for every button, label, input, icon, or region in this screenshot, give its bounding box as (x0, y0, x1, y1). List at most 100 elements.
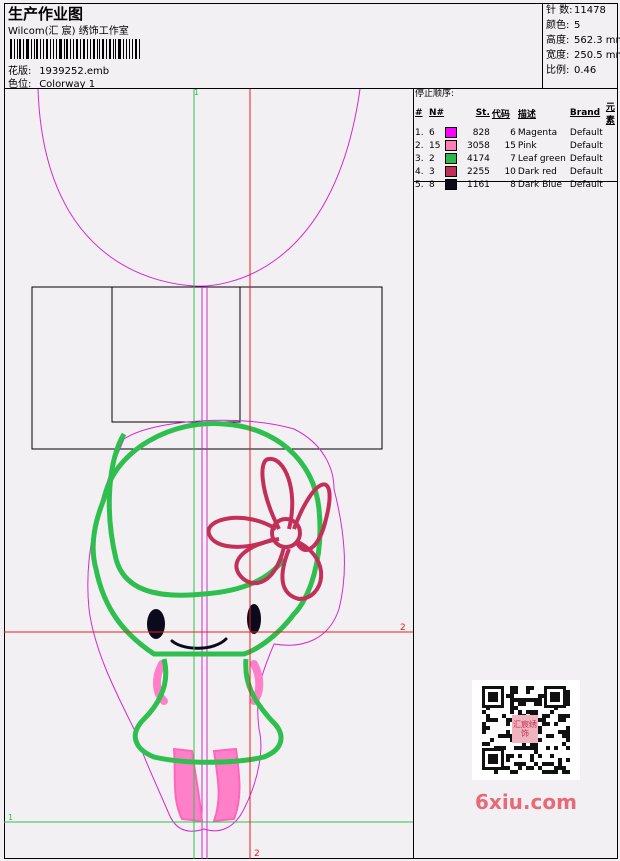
worksheet-title: 生产作业图 (8, 5, 84, 23)
legend-cell-element (605, 139, 618, 152)
legend-cell-desc: Pink (517, 140, 537, 151)
worksheet-header: 生产作业图 Wilcom(汇 宸) 绣饰工作室 花版: 1939252.emb … (4, 3, 620, 90)
legend-cell-index: 4. (415, 166, 424, 177)
company-name: Wilcom(汇 宸) 绣饰工作室 (8, 26, 129, 37)
legend-cell-code: 8 (510, 179, 516, 190)
width-value: 250.5 mm (574, 50, 620, 61)
legend-cell-n: 3 (428, 165, 466, 178)
legend-col-index: # (415, 108, 423, 118)
green-hair-fringe (106, 432, 286, 598)
legend-cell-index: 3. (415, 153, 424, 164)
legend-row: 1. 6 828 6 Magenta Default (414, 126, 618, 139)
legend-col-element: 元素 (605, 103, 615, 126)
legend-needle-number: 15 (429, 141, 441, 151)
hoop-outline (37, 89, 361, 287)
qr-center-stamp: 汇宸绣饰 (512, 715, 538, 743)
legend-col-code: 代码 (491, 109, 510, 120)
legend-col-desc: 描述 (517, 109, 536, 120)
legend-cell-n: 6 (428, 126, 466, 139)
legend-cell-brand: Default (569, 179, 603, 190)
legend-cell-desc: Dark red (517, 166, 557, 177)
colors-label: 颜色: (546, 20, 570, 31)
eye-right (247, 604, 261, 634)
mouth (170, 637, 228, 650)
scale-value: 0.46 (574, 65, 597, 76)
legend-row: 3. 2 4174 7 Leaf green Default (414, 152, 618, 165)
legend-cell-brand: Default (569, 166, 603, 177)
legend-cell-stitches: 2255 (467, 166, 490, 177)
stitches-value: 11478 (574, 5, 606, 16)
legend-cell-brand: Default (569, 153, 603, 164)
legend-cell-element (605, 165, 618, 178)
legend-cell-stitches: 1161 (467, 179, 490, 190)
legend-cell-code: 7 (510, 153, 516, 164)
legend-row: 2. 15 3058 15 Pink Default (414, 139, 618, 152)
height-value: 562.3 mm (574, 35, 620, 46)
height-label: 高度: (546, 35, 570, 46)
legend-cell-index: 2. (415, 140, 424, 151)
legend-needle-number: 2 (429, 154, 435, 164)
stitches-row: 针 数:11478 (543, 3, 618, 18)
legend-cell-code: 6 (510, 127, 516, 138)
legend-cell-n: 8 (428, 178, 466, 191)
barcode (10, 39, 142, 59)
stitches-label: 针 数: (546, 5, 573, 16)
scale-row: 比例: 0.46 (543, 63, 618, 78)
color-legend: 停止顺序: # N# St. 代码 描述 Brand 元素 1. 6 828 6 Mag… (414, 89, 618, 191)
legend-cell-element (605, 178, 618, 191)
legend-cell-desc: Magenta (517, 127, 558, 138)
legend-cell-element (605, 152, 618, 165)
legend-row: 4. 3 2255 10 Dark red Default (414, 165, 618, 178)
scale-label: 比例: (546, 65, 570, 76)
flower-center (270, 517, 302, 549)
legend-col-brand: Brand (569, 108, 601, 118)
legend-color-swatch (445, 153, 457, 164)
legend-cell-stitches: 828 (472, 127, 490, 138)
eye-left (147, 609, 165, 639)
legend-title: 停止顺序: (415, 89, 455, 99)
site-watermark: 6xiu.com (475, 790, 577, 814)
height-row: 高度: 562.3 mm (543, 33, 620, 48)
width-label: 宽度: (546, 50, 570, 61)
design-canvas[interactable]: 1 1 2 2 (4, 89, 414, 859)
embroidery-design-svg: 1 1 2 2 (4, 89, 413, 859)
legend-cell-n: 2 (428, 152, 466, 165)
legend-col-n: N# (429, 108, 445, 118)
legend-row: 5. 8 1161 8 Dark Blue Default (414, 178, 618, 191)
red-guide-label-right: 2 (400, 623, 406, 633)
red-guide-label-bottom: 2 (254, 849, 260, 859)
legend-needle-number: 6 (429, 128, 435, 138)
colors-value: 5 (574, 20, 581, 31)
green-guide-label-top: 1 (194, 89, 199, 97)
qr-code: 汇宸绣饰 (472, 680, 580, 780)
legend-cell-index: 1. (415, 127, 424, 138)
legend-color-swatch (445, 127, 457, 138)
flower-petal-left (206, 515, 278, 549)
legend-cell-desc: Leaf green (517, 153, 566, 164)
colors-row: 颜色: 5 (543, 18, 618, 33)
legend-cell-code: 10 (504, 166, 516, 177)
legend-cell-element (605, 126, 618, 139)
legend-color-swatch (445, 140, 457, 151)
frame-rect-inner (111, 286, 241, 423)
legend-cell-n: 15 (428, 139, 466, 152)
legend-color-swatch (445, 166, 457, 177)
legend-cell-code: 15 (504, 140, 516, 151)
legend-cell-desc: Dark Blue (517, 179, 563, 190)
width-row: 宽度: 250.5 mm (543, 48, 620, 63)
legend-cell-stitches: 3058 (467, 140, 490, 151)
legend-cell-index: 5. (415, 179, 424, 190)
legend-header-row: # N# St. 代码 描述 Brand 元素 (414, 100, 618, 126)
design-info-panel: 针 数:11478 颜色: 5 高度: 562.3 mm 宽度: 250.5 mm 比… (542, 3, 620, 89)
legend-cell-brand: Default (569, 140, 603, 151)
legend-col-stitches: St. (475, 108, 490, 118)
colorway-row: 色位: Colorway 1 (8, 75, 95, 90)
legend-cell-brand: Default (569, 127, 603, 138)
legend-needle-number: 3 (429, 167, 435, 177)
legend-needle-number: 8 (429, 180, 435, 190)
colorway-label: 色位: (8, 79, 32, 90)
legend-table: # N# St. 代码 描述 Brand 元素 1. 6 828 6 Magenta De… (414, 100, 618, 191)
green-guide-label-bottom: 1 (8, 813, 13, 822)
legend-cell-stitches: 4174 (467, 153, 490, 164)
legend-color-swatch (445, 179, 457, 190)
